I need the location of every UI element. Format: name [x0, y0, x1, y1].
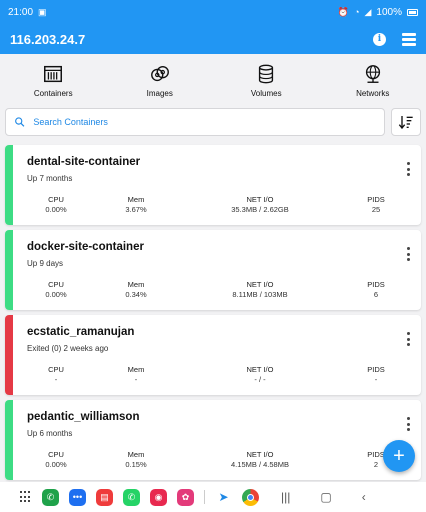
container-name: pedantic_williamson — [27, 411, 140, 423]
nav-label: Containers — [33, 88, 73, 98]
phone-app-icon[interactable]: ✆ — [42, 488, 59, 506]
recent-app-icon[interactable]: ➤ — [215, 488, 232, 506]
more-options-icon[interactable] — [403, 162, 413, 176]
nav-containers[interactable]: Containers — [0, 58, 107, 102]
signal-icon: ◢ — [364, 6, 372, 17]
pids-stat: PIDS 25 — [367, 195, 385, 214]
messages-app-icon[interactable]: ••• — [69, 488, 86, 506]
status-stripe — [5, 400, 13, 480]
container-name: ecstatic_ramanujan — [27, 326, 135, 338]
container-name: dental-site-container — [27, 156, 141, 168]
cpu-stat: CPU 0.00% — [45, 280, 67, 299]
battery-icon — [407, 8, 418, 16]
container-status: Up 7 months — [27, 174, 73, 183]
netio-stat: NET I/O - / - — [246, 365, 274, 384]
networks-icon — [365, 64, 380, 83]
search-box[interactable] — [5, 108, 385, 136]
status-stripe — [5, 315, 13, 395]
volumes-icon — [259, 64, 274, 83]
container-card[interactable]: docker-site-container Up 9 days CPU 0.00%… — [5, 230, 421, 310]
netio-stat: NET I/O 4.15MB / 4.58MB — [231, 450, 289, 469]
back-nav-icon[interactable]: ‹ — [362, 490, 366, 504]
system-taskbar: ✆ ••• ▤ ✆ ◉ ✿ ➤ ||| ▢ ‹ — [0, 482, 426, 512]
more-options-icon[interactable] — [403, 417, 413, 431]
app-drawer-icon[interactable] — [20, 491, 32, 503]
container-name: docker-site-container — [27, 241, 144, 253]
container-card[interactable]: ecstatic_ramanujan Exited (0) 2 weeks ag… — [5, 315, 421, 395]
recents-nav-icon[interactable]: ||| — [281, 490, 290, 504]
clock: 21:00 — [8, 6, 34, 18]
status-stripe — [5, 145, 13, 225]
nav-images[interactable]: Images — [107, 58, 214, 102]
cpu-stat: CPU 0.00% — [45, 450, 67, 469]
more-options-icon[interactable] — [403, 247, 413, 261]
search-icon — [15, 117, 25, 127]
status-stripe — [5, 230, 13, 310]
container-card[interactable]: pedantic_williamson Up 6 months CPU 0.00%… — [5, 400, 421, 480]
gallery-app-icon[interactable]: ✿ — [177, 488, 194, 506]
more-options-icon[interactable] — [403, 332, 413, 346]
container-card[interactable]: dental-site-container Up 7 months CPU 0.0… — [5, 145, 421, 225]
nav-label: Networks — [356, 88, 390, 98]
images-icon — [150, 65, 169, 81]
nav-label: Images — [146, 88, 173, 98]
sort-button[interactable] — [391, 108, 421, 136]
status-bar: 21:00 ▣ ⏰ ◔ ◢ 100% — [0, 0, 426, 24]
notification-icon: ▣ — [38, 6, 47, 17]
nav-label: Volumes — [250, 88, 282, 98]
mem-stat: Mem 0.15% — [125, 450, 147, 469]
alarm-icon: ⏰ — [337, 6, 350, 17]
info-icon[interactable]: i — [373, 32, 386, 46]
cpu-stat: CPU - — [48, 365, 64, 384]
nav-volumes[interactable]: Volumes — [213, 58, 320, 102]
container-list: dental-site-container Up 7 months CPU 0.0… — [5, 145, 421, 485]
netio-stat: NET I/O 35.3MB / 2.62GB — [231, 195, 289, 214]
app-bar: 116.203.24.7 i — [0, 24, 426, 54]
netio-stat: NET I/O 8.11MB / 103MB — [232, 280, 288, 299]
mem-stat: Mem 0.34% — [125, 280, 147, 299]
mem-stat: Mem - — [127, 365, 145, 384]
sort-icon — [398, 116, 413, 130]
pids-stat: PIDS - — [367, 365, 385, 384]
search-row — [5, 108, 421, 136]
container-status: Up 6 months — [27, 429, 73, 438]
camera-app-icon[interactable]: ◉ — [150, 488, 167, 506]
notes-app-icon[interactable]: ▤ — [96, 488, 113, 506]
server-icon[interactable] — [402, 32, 416, 46]
page-title: 116.203.24.7 — [10, 31, 86, 47]
section-nav: Containers Images Volumes Networks — [0, 58, 426, 102]
container-status: Up 9 days — [27, 259, 64, 268]
chrome-app-icon[interactable] — [242, 488, 259, 506]
cpu-stat: CPU 0.00% — [45, 195, 67, 214]
nav-networks[interactable]: Networks — [320, 58, 426, 102]
mem-stat: Mem 3.67% — [125, 195, 147, 214]
pids-stat: PIDS 6 — [367, 280, 385, 299]
taskbar-divider — [204, 490, 205, 504]
container-status: Exited (0) 2 weeks ago — [27, 344, 109, 353]
search-input[interactable] — [33, 117, 376, 127]
home-nav-icon[interactable]: ▢ — [320, 490, 331, 504]
containers-icon — [44, 65, 63, 82]
add-container-button[interactable]: + — [383, 440, 415, 472]
wifi-icon: ◔ — [354, 7, 360, 17]
battery-percent: 100% — [376, 6, 402, 18]
whatsapp-app-icon[interactable]: ✆ — [123, 488, 140, 506]
